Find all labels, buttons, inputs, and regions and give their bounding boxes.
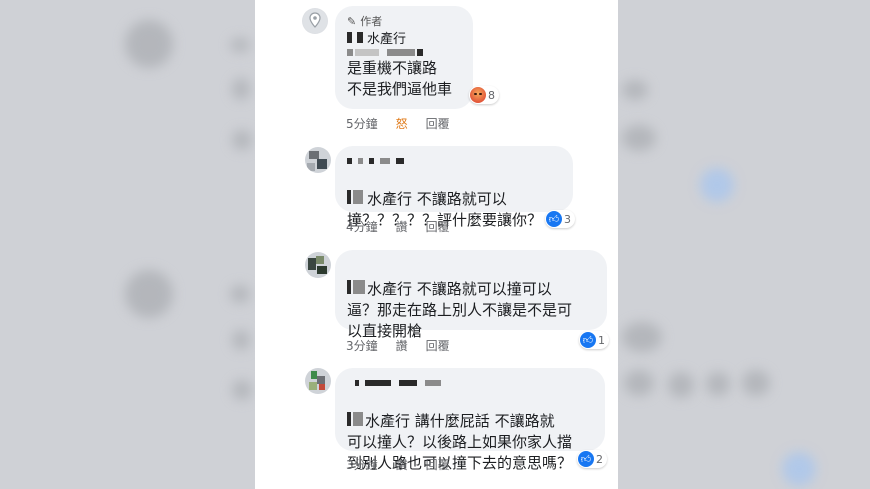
- redacted-name: [347, 376, 593, 390]
- avatar[interactable]: [302, 8, 328, 34]
- like-button[interactable]: 讚: [396, 337, 408, 354]
- redacted-name: [347, 154, 561, 168]
- blurred-backdrop-right: [618, 0, 870, 489]
- timestamp[interactable]: 4分鐘: [346, 218, 378, 235]
- like-icon: 👍︎: [580, 332, 596, 348]
- timestamp[interactable]: 3分鐘: [346, 337, 378, 354]
- pencil-icon: ✎: [347, 14, 357, 28]
- reaction-count: 8: [488, 88, 495, 102]
- blurred-backdrop-left: [0, 0, 255, 489]
- angry-icon: [470, 87, 486, 103]
- comment-text: 是重機不讓路 不是我們逼他車: [347, 59, 453, 98]
- reaction-summary[interactable]: 8: [469, 86, 499, 104]
- reaction-summary[interactable]: 👍︎ 2: [577, 450, 607, 468]
- like-icon: 👍︎: [578, 451, 594, 467]
- location-pin-icon: [303, 9, 327, 33]
- timestamp[interactable]: 3分鐘: [346, 456, 378, 473]
- reply-button[interactable]: 回覆: [426, 456, 450, 473]
- avatar[interactable]: [305, 147, 331, 173]
- reaction-count: 1: [598, 333, 605, 347]
- commenter-name[interactable]: 水產行: [367, 190, 412, 208]
- comment-bubble: 水產行 不讓路就可以撞可以 逼？那走在路上別人不讓是不是可 以直接開槍: [335, 250, 607, 340]
- reaction-summary[interactable]: 👍︎ 3: [545, 210, 575, 228]
- like-icon: 👍︎: [546, 211, 562, 227]
- avatar[interactable]: [305, 252, 331, 278]
- commenter-name[interactable]: 水產行: [347, 28, 461, 47]
- redacted-line: [347, 46, 461, 58]
- comment-actions: 3分鐘 讚 回覆: [346, 456, 450, 473]
- timestamp[interactable]: 5分鐘: [346, 115, 378, 132]
- avatar[interactable]: [305, 368, 331, 394]
- comment-bubble: ✎ 作者 水產行 是重機不讓路 不是我們逼他車: [335, 6, 473, 109]
- like-button[interactable]: 讚: [396, 218, 408, 235]
- comment-actions: 3分鐘 讚 回覆: [346, 337, 450, 354]
- commenter-name[interactable]: 水產行: [367, 280, 412, 298]
- reply-button[interactable]: 回覆: [426, 218, 450, 235]
- reaction-button[interactable]: 怒: [396, 115, 408, 132]
- comment-actions: 4分鐘 讚 回覆: [346, 218, 450, 235]
- comment-bubble: 水產行 講什麼屁話 不讓路就 可以撞人？以後路上如果你家人擋 到別人路也可以撞下…: [335, 368, 605, 472]
- like-button[interactable]: 讚: [396, 456, 408, 473]
- commenter-name[interactable]: 水產行: [365, 412, 410, 430]
- comment-actions: 5分鐘 怒 回覆: [346, 115, 450, 132]
- reaction-count: 3: [564, 212, 571, 226]
- reply-button[interactable]: 回覆: [426, 115, 450, 132]
- comment-bubble: 水產行 不讓路就可以 撞？？？？？評什麼要讓你？: [335, 146, 573, 229]
- reply-button[interactable]: 回覆: [426, 337, 450, 354]
- reaction-summary[interactable]: 👍︎ 1: [579, 331, 609, 349]
- comment-thread-panel: ✎ 作者 水產行 是重機不讓路 不是我們逼他車 8 5分鐘 怒 回覆 水產行 不…: [255, 0, 618, 489]
- reaction-count: 2: [596, 452, 603, 466]
